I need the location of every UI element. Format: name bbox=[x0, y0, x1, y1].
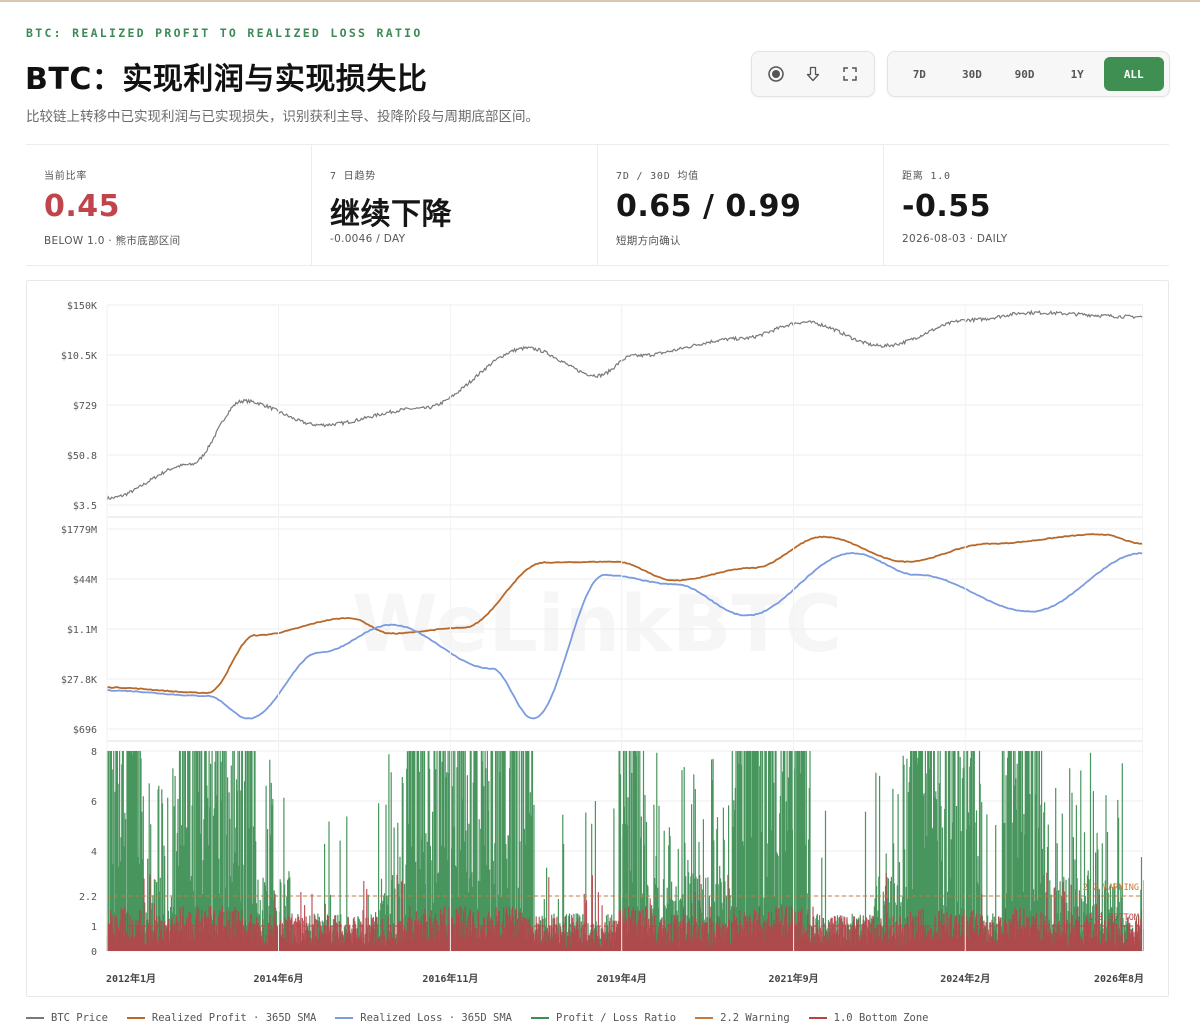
warning-annotation: 2.2 WARNING bbox=[1083, 883, 1139, 893]
stat-distance: 距离 1.0 -0.55 2026-08-03 · DAILY bbox=[884, 145, 1169, 265]
legend-item[interactable]: Realized Profit · 365D SMA bbox=[126, 1012, 317, 1024]
x-tick-label: 2016年11月 bbox=[422, 972, 478, 985]
legend-swatch bbox=[26, 1017, 44, 1019]
icon-toolbar bbox=[751, 51, 875, 97]
eyebrow: BTC: REALIZED PROFIT TO REALIZED LOSS RA… bbox=[26, 26, 423, 40]
legend-label: 1.0 Bottom Zone bbox=[833, 1012, 929, 1024]
stat-label: 当前比率 bbox=[44, 171, 88, 182]
y-tick-label: 2.2 bbox=[79, 892, 97, 903]
range-90d-button[interactable]: 90D bbox=[998, 57, 1051, 91]
stat-sub: 2026-08-03 · DAILY bbox=[902, 233, 1008, 245]
y-tick-label: 4 bbox=[91, 847, 97, 858]
legend-label: BTC Price bbox=[51, 1012, 108, 1024]
y-tick-label: $1779M bbox=[61, 525, 97, 536]
download-icon[interactable] bbox=[798, 59, 828, 89]
y-tick-label: 6 bbox=[91, 797, 97, 808]
y-tick-label: 0 bbox=[91, 947, 97, 958]
chart-legend: BTC Price Realized Profit · 365D SMA Reali… bbox=[26, 1008, 1169, 1028]
y-tick-label: $150K bbox=[67, 301, 97, 312]
chart-card: BTC: REALIZED PROFIT TO REALIZED LOSS RA… bbox=[0, 0, 1200, 1035]
y-tick-label: $10.5K bbox=[61, 351, 97, 362]
legend-swatch bbox=[695, 1017, 714, 1019]
legend-label: 2.2 Warning bbox=[720, 1012, 790, 1024]
range-7d-button[interactable]: 7D bbox=[893, 57, 946, 91]
stat-sub: -0.0046 / DAY bbox=[330, 233, 406, 245]
legend-item[interactable]: Realized Loss · 365D SMA bbox=[335, 1012, 512, 1024]
series-btc-price bbox=[106, 309, 1144, 501]
legend-item[interactable]: BTC Price bbox=[26, 1012, 108, 1024]
stat-value: 继续下降 bbox=[330, 197, 452, 232]
stat-current-ratio: 当前比率 0.45 BELOW 1.0 · 熊市底部区间 bbox=[26, 145, 312, 265]
y-tick-label: $1.1M bbox=[67, 625, 97, 636]
x-tick-label: 2012年1月 bbox=[106, 972, 156, 985]
legend-swatch bbox=[531, 1017, 549, 1019]
page-title: BTC：实现利润与实现损失比 bbox=[25, 62, 428, 97]
x-tick-label: 2014年6月 bbox=[253, 972, 303, 985]
stat-label: 距离 1.0 bbox=[902, 171, 951, 182]
y-tick-label: 8 bbox=[91, 747, 97, 758]
chart-container[interactable]: WeLinkBTC $150K $10.5K $729 $50.8 $3.5 $1779M $… bbox=[26, 280, 1169, 997]
stat-sub: BELOW 1.0 · 熊市底部区间 bbox=[44, 235, 181, 247]
stat-label: 7D / 30D 均值 bbox=[616, 171, 699, 182]
y-tick-label: $50.8 bbox=[67, 451, 97, 462]
legend-item[interactable]: Profit / Loss Ratio bbox=[531, 1012, 676, 1024]
range-1y-button[interactable]: 1Y bbox=[1051, 57, 1104, 91]
legend-item[interactable]: 1.0 Bottom Zone bbox=[808, 1012, 929, 1024]
stat-value: -0.55 bbox=[902, 189, 991, 224]
x-tick-label: 2019年4月 bbox=[597, 972, 647, 985]
y-tick-label: 1 bbox=[91, 922, 97, 933]
stat-averages: 7D / 30D 均值 0.65 / 0.99 短期方向确认 bbox=[598, 145, 884, 265]
bottom-annotation: 1.0 BOTTOM bbox=[1088, 913, 1139, 923]
legend-label: Realized Loss · 365D SMA bbox=[360, 1012, 512, 1024]
legend-swatch bbox=[335, 1017, 354, 1019]
watermark: WeLinkBTC bbox=[352, 580, 842, 670]
record-icon[interactable] bbox=[761, 59, 791, 89]
stat-7d-trend: 7 日趋势 继续下降 -0.0046 / DAY bbox=[312, 145, 598, 265]
stats-row: 当前比率 0.45 BELOW 1.0 · 熊市底部区间 7 日趋势 继续下降 … bbox=[26, 145, 1169, 266]
page-subtitle: 比较链上转移中已实现利润与已实现损失，识别获利主导、投降阶段与周期底部区间。 bbox=[26, 109, 539, 125]
stat-label: 7 日趋势 bbox=[330, 171, 377, 182]
y-tick-label: $3.5 bbox=[73, 501, 97, 512]
legend-label: Realized Profit · 365D SMA bbox=[151, 1012, 317, 1024]
y-tick-label: $696 bbox=[73, 725, 97, 736]
range-all-button[interactable]: ALL bbox=[1103, 57, 1165, 91]
range-selector: 7D 30D 90D 1Y ALL bbox=[887, 51, 1170, 97]
y-tick-label: $27.8K bbox=[61, 675, 97, 686]
stat-sub: 短期方向确认 bbox=[616, 235, 681, 247]
chart-svg[interactable]: WeLinkBTC $150K $10.5K $729 $50.8 $3.5 $1779M $… bbox=[27, 281, 1168, 996]
legend-swatch bbox=[126, 1017, 145, 1019]
y-tick-label: $729 bbox=[73, 401, 97, 412]
x-tick-label: 2024年2月 bbox=[940, 972, 990, 985]
stat-value: 0.45 bbox=[44, 189, 121, 224]
range-30d-button[interactable]: 30D bbox=[946, 57, 999, 91]
legend-label: Profit / Loss Ratio bbox=[556, 1012, 677, 1024]
x-tick-label: 2021年9月 bbox=[769, 972, 819, 985]
legend-item[interactable]: 2.2 Warning bbox=[695, 1012, 790, 1024]
x-tick-label: 2026年8月 bbox=[1094, 972, 1144, 985]
stat-value: 0.65 / 0.99 bbox=[616, 189, 802, 224]
fullscreen-icon[interactable] bbox=[835, 59, 865, 89]
legend-swatch bbox=[808, 1017, 827, 1019]
y-tick-label: $44M bbox=[73, 575, 97, 586]
